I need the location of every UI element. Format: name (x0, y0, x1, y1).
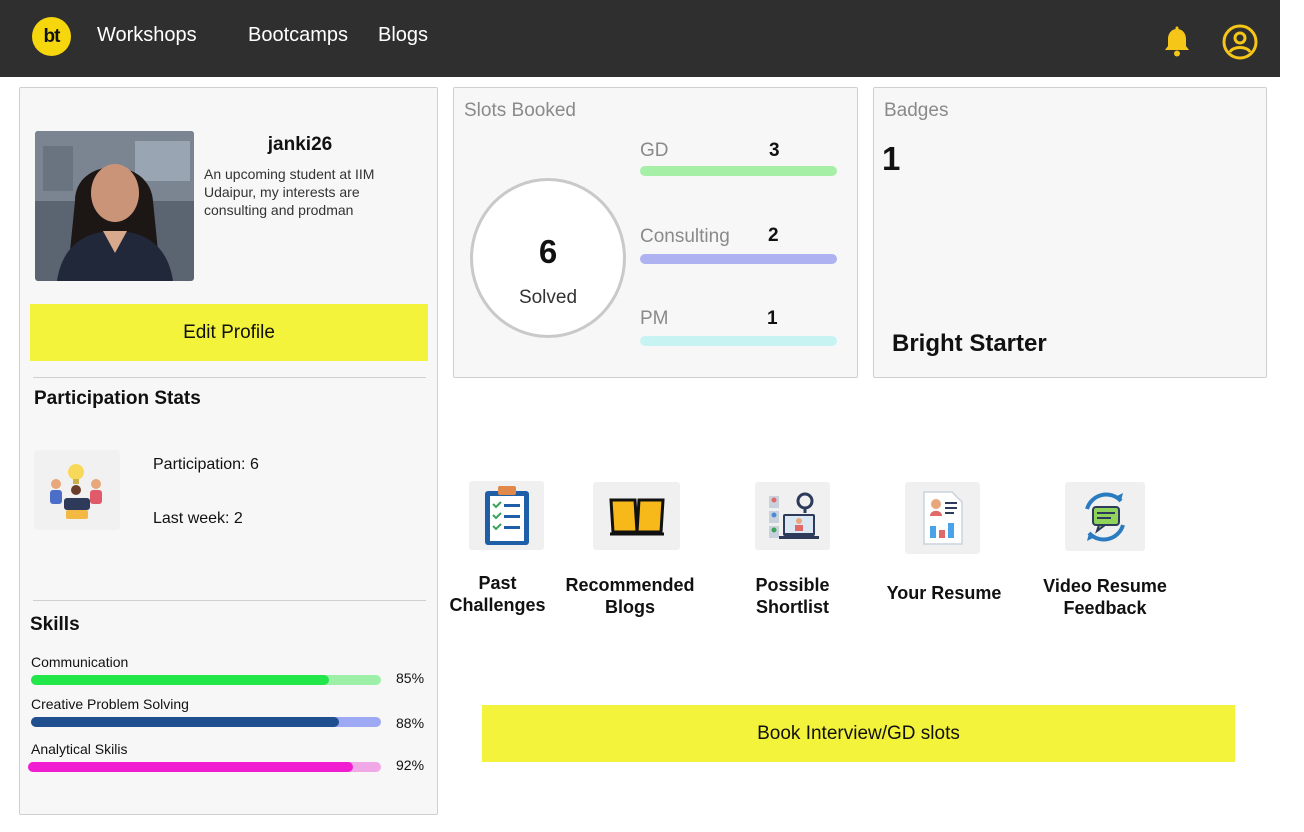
slot-category-count: 2 (768, 225, 779, 246)
skill-progress-bar (31, 675, 381, 685)
nav-workshops[interactable]: Workshops (97, 24, 197, 47)
brand-logo[interactable]: bt (32, 17, 71, 56)
slot-category-name: GD (640, 140, 669, 161)
nav-bootcamps[interactable]: Bootcamps (248, 24, 348, 47)
tile-label: Past Challenges (449, 573, 546, 615)
nav-blogs[interactable]: Blogs (378, 24, 428, 47)
section-divider (33, 377, 426, 378)
solved-counter-circle: 6 Solved (470, 178, 626, 338)
profile-photo (35, 131, 194, 281)
skill-progress-fill (31, 675, 329, 685)
tile-video-resume-feedback[interactable]: Video Resume Feedback (1035, 470, 1175, 620)
badge-name: Bright Starter (892, 330, 1047, 357)
slot-category-name: Consulting (640, 226, 730, 247)
tile-possible-shortlist[interactable]: Possible Shortlist (740, 470, 845, 620)
skill-progress-bar (31, 717, 381, 727)
slot-category-name: PM (640, 308, 669, 329)
tile-past-challenges[interactable]: Past Challenges (440, 470, 555, 620)
group-discussion-icon (34, 450, 120, 530)
resume-document-icon (905, 482, 980, 554)
profile-card: janki26 An upcoming student at IIM Udaip… (19, 87, 438, 815)
user-account-icon[interactable] (1221, 23, 1259, 61)
badges-card: Badges 1 Bright Starter (873, 87, 1267, 378)
slots-booked-card: Slots Booked 6 Solved GD 3 Consulting 2 … (453, 87, 858, 378)
tile-recommended-blogs[interactable]: Recommended Blogs (560, 470, 700, 620)
section-divider (33, 600, 426, 601)
skill-progress-fill (28, 762, 353, 772)
dashboard-page: bt Workshops Bootcamps Blogs janki26 An … (0, 0, 1304, 832)
last-week-count: Last week: 2 (153, 510, 243, 527)
tile-label: Recommended Blogs (565, 575, 695, 617)
book-interview-gd-slots-button[interactable]: Book Interview/GD slots (482, 705, 1235, 762)
tile-label: Your Resume (886, 583, 1002, 603)
candidate-search-icon (755, 482, 830, 550)
slot-category-count: 3 (769, 140, 780, 161)
slot-category-bar (640, 166, 837, 176)
tile-label: Video Resume Feedback (1043, 576, 1167, 618)
solved-label: Solved (518, 287, 578, 308)
skill-percent: 88% (396, 715, 425, 731)
participation-stats-title: Participation Stats (34, 388, 201, 409)
tile-your-resume[interactable]: Your Resume (880, 470, 1008, 620)
skill-percent: 92% (396, 757, 425, 773)
skill-percent: 85% (396, 670, 425, 686)
slots-booked-title: Slots Booked (464, 100, 576, 121)
slot-category-bar (640, 336, 837, 346)
profile-username: janki26 (267, 134, 333, 155)
profile-bio: An upcoming student at IIM Udaipur, my i… (204, 166, 375, 218)
slot-category-bar (640, 254, 837, 264)
tile-label: Possible Shortlist (755, 575, 830, 617)
feedback-cycle-icon (1065, 482, 1145, 551)
edit-profile-button[interactable]: Edit Profile (30, 304, 428, 361)
skill-name: Communication (31, 654, 129, 670)
skills-title: Skills (30, 614, 80, 635)
badges-title: Badges (884, 100, 949, 121)
slot-category-count: 1 (767, 308, 778, 329)
skill-progress-bar (28, 762, 381, 772)
skill-name: Analytical Skilis (31, 741, 128, 757)
skill-progress-fill (31, 717, 339, 727)
badge-count: 1 (882, 140, 901, 177)
brand-logo-text: bt (43, 25, 61, 47)
solved-count: 6 (538, 233, 558, 270)
bell-icon[interactable] (1162, 26, 1192, 58)
top-nav-bar: bt Workshops Bootcamps Blogs (0, 0, 1280, 77)
clipboard-checklist-icon (469, 481, 544, 550)
skill-name: Creative Problem Solving (31, 696, 189, 712)
participation-count: Participation: 6 (153, 456, 259, 473)
open-book-icon (593, 482, 680, 550)
